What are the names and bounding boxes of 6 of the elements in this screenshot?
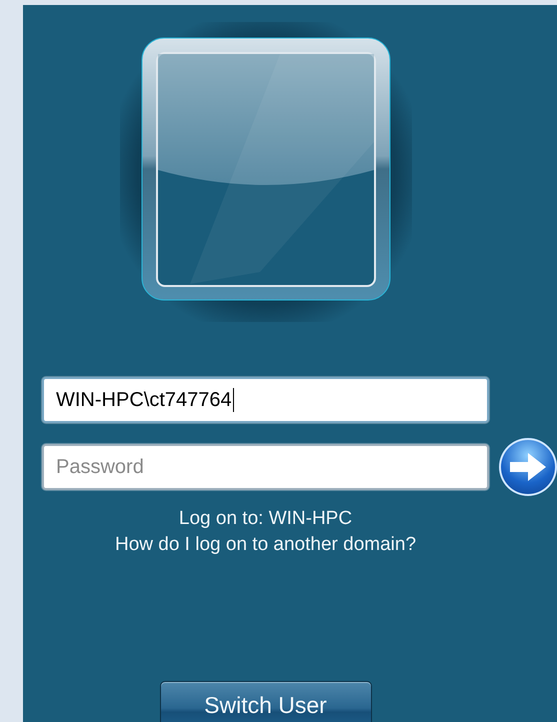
arrow-icon	[508, 451, 548, 483]
password-field[interactable]: Password	[42, 444, 489, 490]
domain-help-link[interactable]: How do I log on to another domain?	[114, 534, 416, 556]
switch-user-button[interactable]: Switch User	[160, 681, 372, 722]
username-field[interactable]: WIN-HPC\ct747764	[42, 377, 489, 423]
log-on-to-text: Log on to: WIN-HPC	[178, 508, 352, 530]
